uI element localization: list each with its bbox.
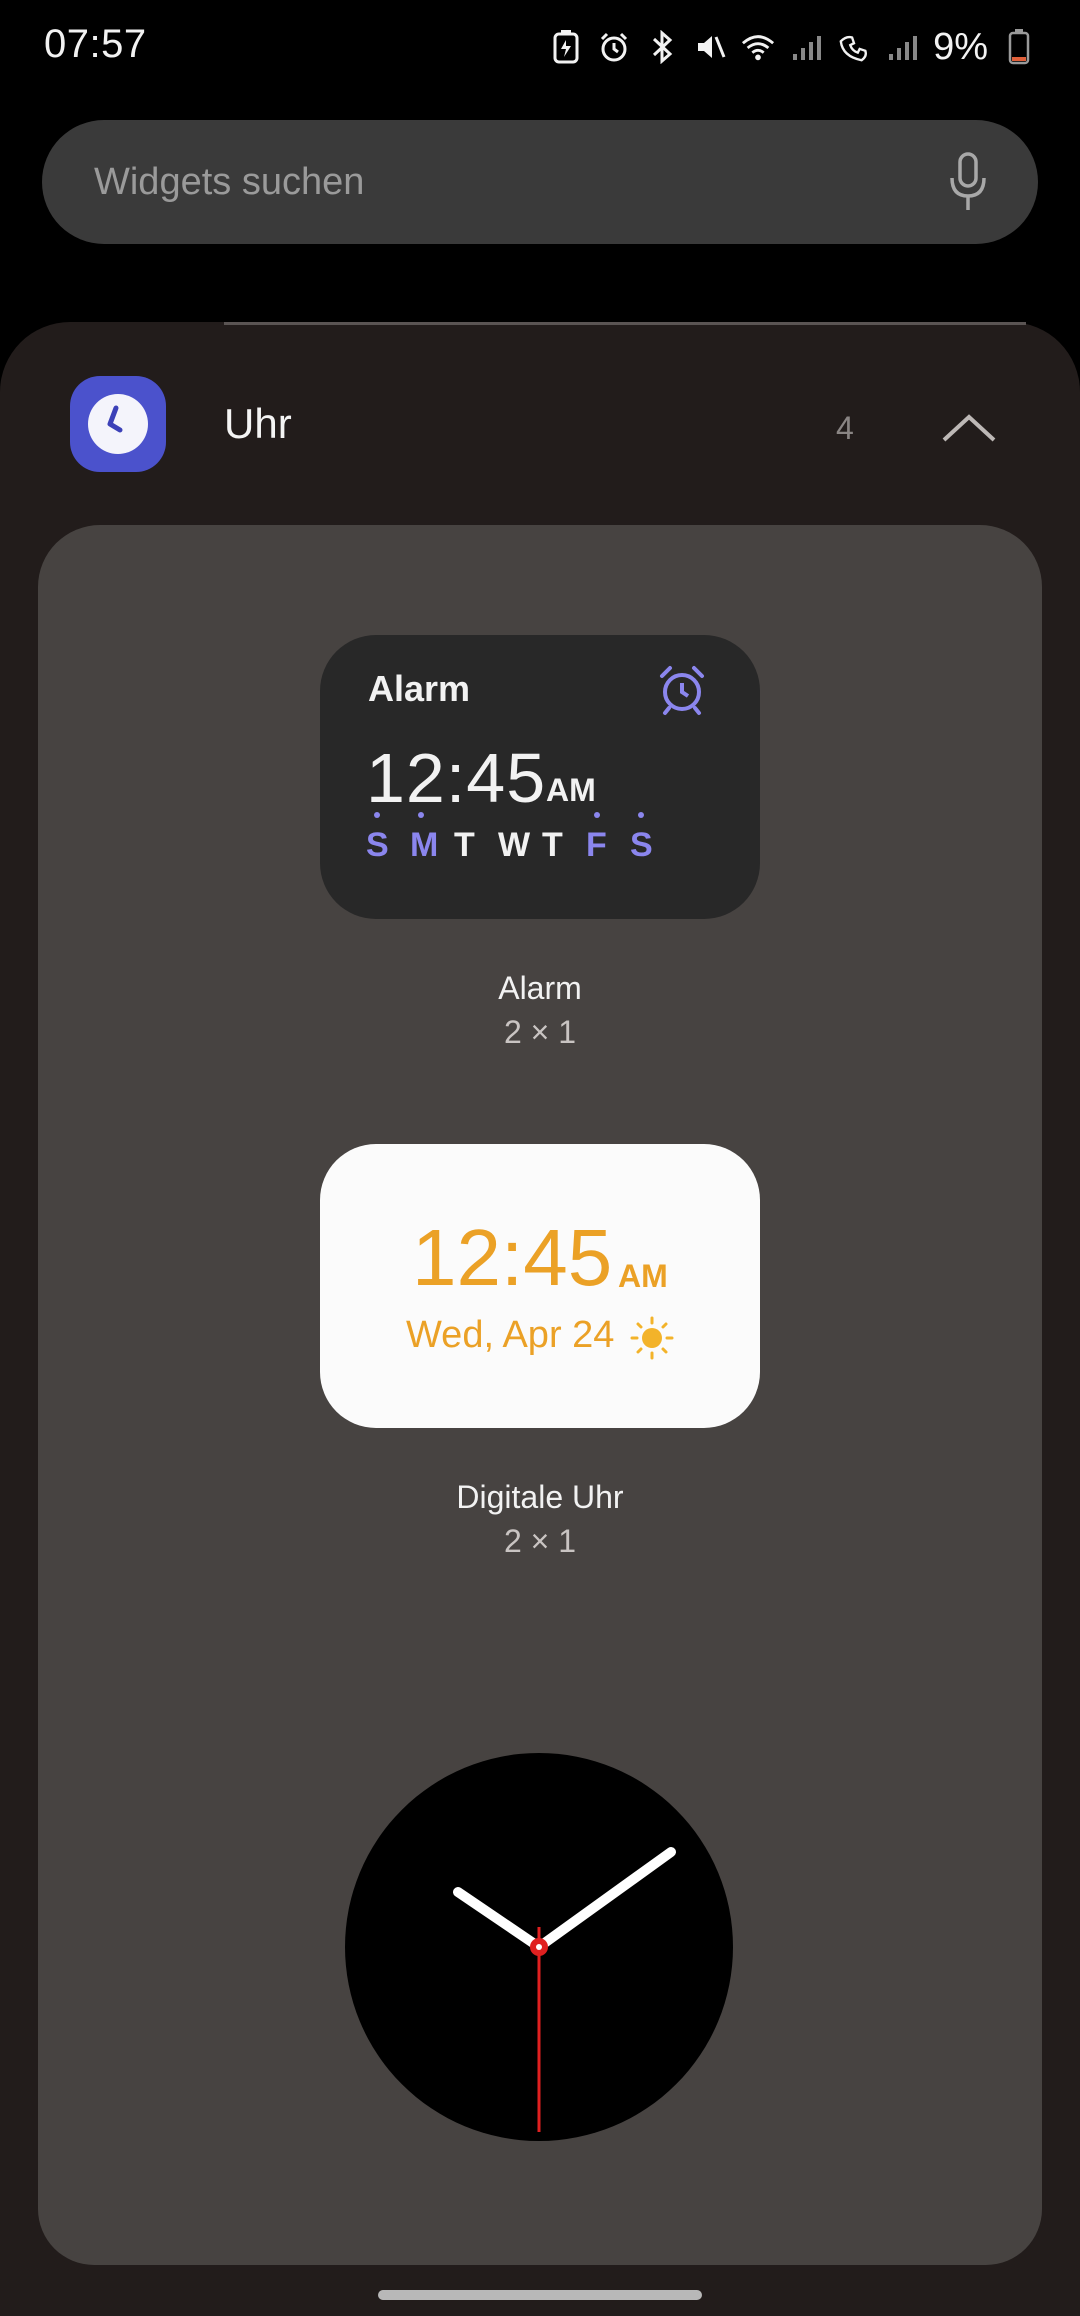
wifi-icon	[741, 29, 775, 65]
app-group-name: Uhr	[224, 400, 292, 447]
alarm-ampm: AM	[546, 772, 596, 808]
home-indicator[interactable]	[378, 2290, 702, 2300]
signal-icon	[789, 29, 823, 65]
status-icons: 9%	[549, 22, 1036, 72]
widget-count: 4	[836, 410, 854, 446]
wifi-calling-icon	[837, 29, 871, 65]
widget-size: 2 × 1	[503, 1523, 577, 1559]
clock-app-icon	[70, 376, 166, 472]
search-bar[interactable]	[42, 120, 1038, 244]
alarm-day: F	[586, 812, 630, 865]
battery-saver-icon	[549, 29, 583, 65]
mute-icon	[693, 29, 727, 65]
analog-clock-widget-preview[interactable]	[344, 1752, 734, 2142]
microphone-icon[interactable]	[938, 147, 998, 217]
search-input[interactable]	[92, 159, 938, 205]
digital-clock-date: Wed, Apr 24	[406, 1314, 615, 1356]
sun-icon	[630, 1316, 674, 1360]
alarm-day: S	[366, 812, 410, 865]
status-time: 07:57	[44, 22, 147, 66]
alarm-time: 12:45	[366, 739, 547, 817]
alarm-day: M	[410, 812, 454, 865]
alarm-icon	[597, 29, 631, 65]
alarm-day: S	[630, 812, 674, 865]
bluetooth-icon	[645, 29, 679, 65]
alarm-clock-icon	[656, 664, 708, 716]
divider	[224, 322, 1026, 325]
alarm-day: T	[454, 826, 475, 864]
widget-label: Alarm	[498, 970, 582, 1006]
alarm-day: W	[498, 826, 531, 864]
widget-size: 2 × 1	[503, 1014, 577, 1050]
widget-label: Digitale Uhr	[456, 1479, 624, 1515]
battery-icon	[1002, 29, 1036, 65]
digital-clock-time: 12:45	[412, 1213, 613, 1302]
digital-clock-ampm: AM	[618, 1258, 668, 1294]
chevron-up-icon[interactable]	[936, 398, 1002, 458]
alarm-day: T	[542, 826, 563, 864]
alarm-widget-title: Alarm	[368, 668, 471, 709]
signal-icon	[885, 29, 919, 65]
alarm-days: S M T W T F S	[366, 812, 674, 865]
battery-percent: 9%	[933, 25, 988, 68]
